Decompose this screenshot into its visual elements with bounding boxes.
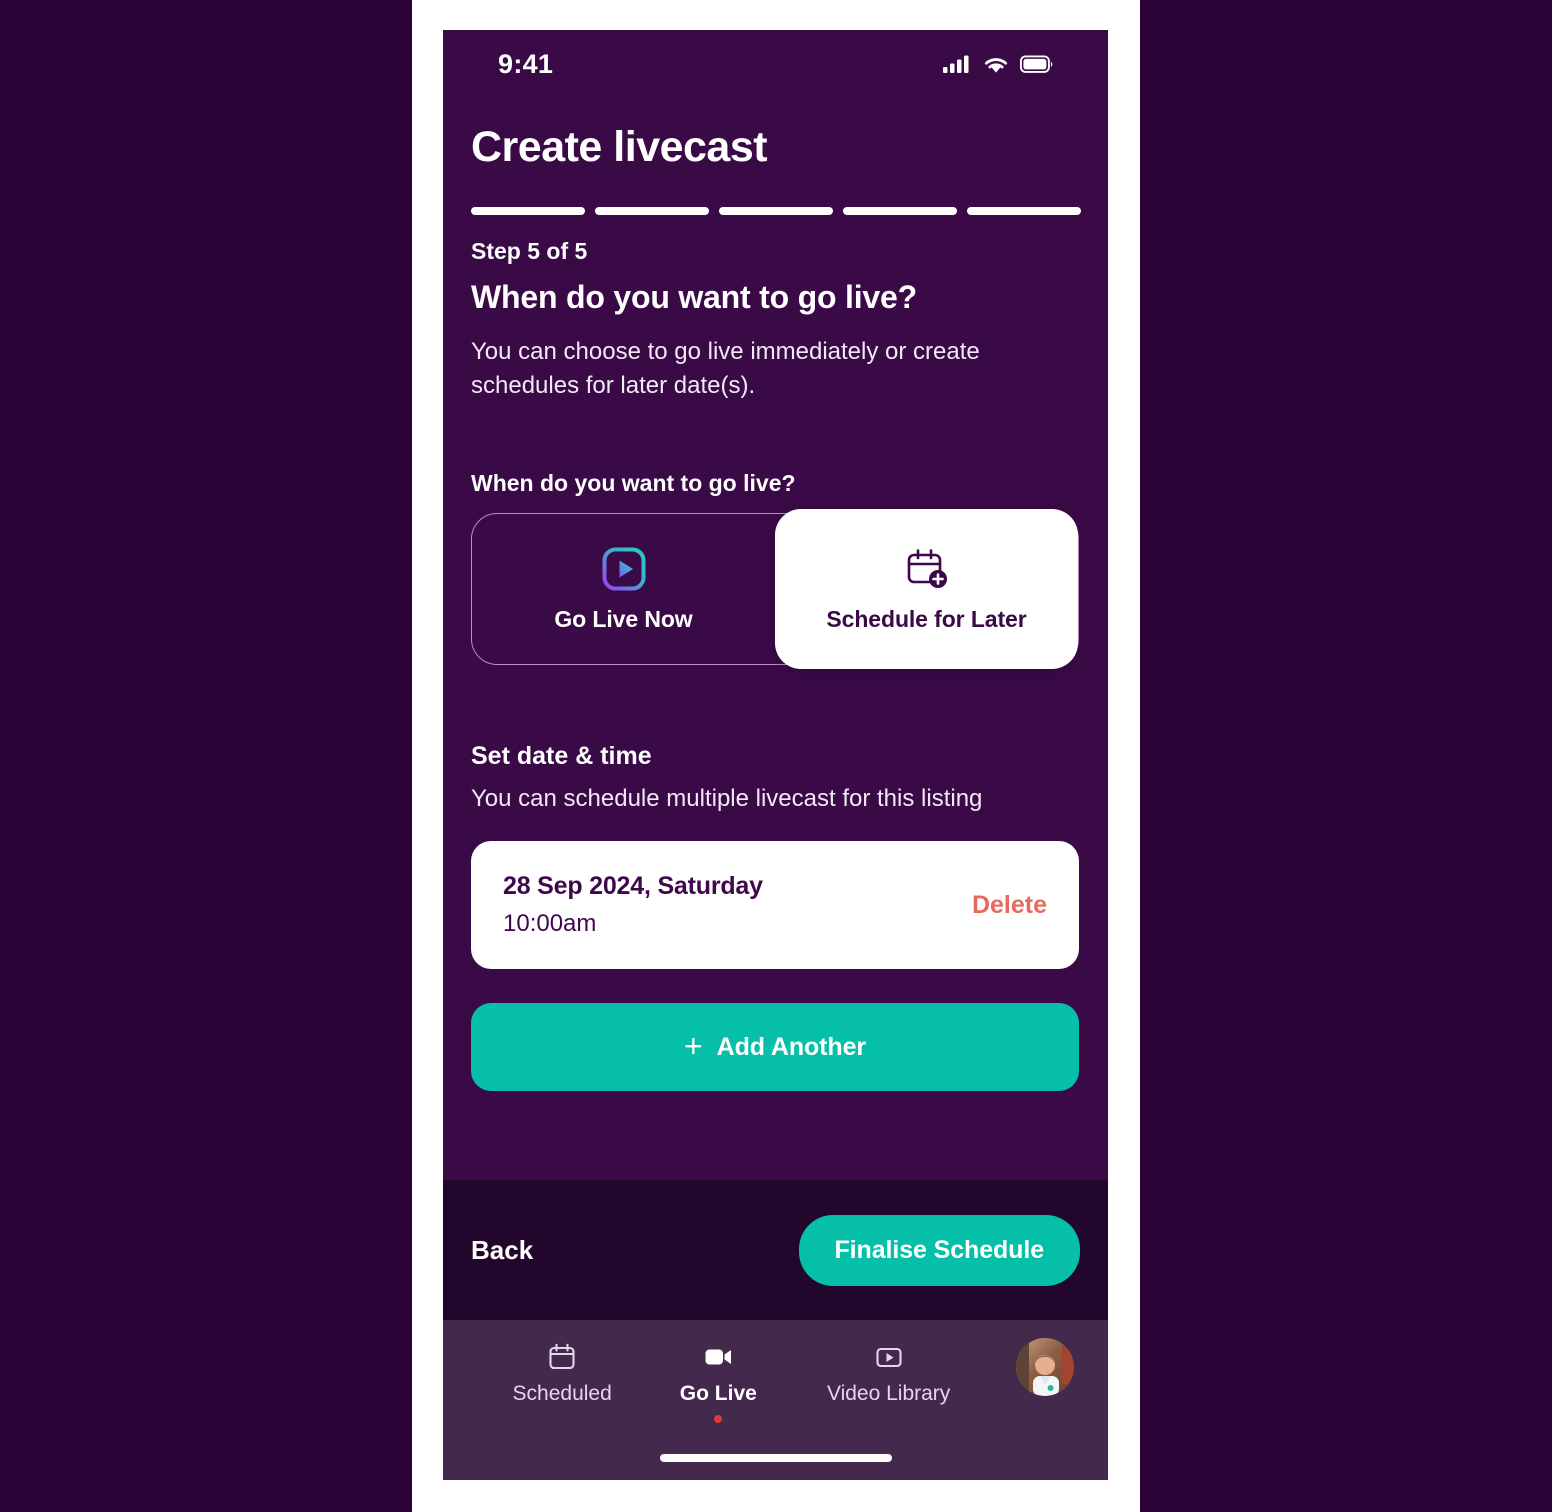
tab-label: Video Library <box>826 1382 951 1405</box>
home-indicator <box>659 1454 892 1462</box>
tab-go-live[interactable]: Go Live <box>647 1342 789 1423</box>
schedule-entry-date: 28 Sep 2024, Saturday <box>503 872 763 900</box>
video-camera-icon <box>705 1349 732 1365</box>
cellular-signal-icon <box>943 55 969 73</box>
mode-option-label: Schedule for Later <box>826 605 1027 632</box>
step-heading: When do you want to go live? <box>471 279 917 315</box>
plus-icon: + <box>683 1027 703 1064</box>
calendar-plus-icon <box>907 548 947 588</box>
tab-video-library[interactable]: Video Library <box>789 1342 988 1406</box>
battery-full-icon <box>1020 54 1053 73</box>
avatar[interactable] <box>1015 1338 1074 1396</box>
play-video-gradient-icon <box>602 547 645 590</box>
go-live-mode-toggle: Go Live Now Schedule for Later <box>471 509 1079 669</box>
finalise-schedule-button[interactable]: Finalise Schedule <box>798 1214 1080 1286</box>
mode-section-question: When do you want to go live? <box>471 470 796 496</box>
step-description: You can choose to go live immediately or… <box>471 338 980 399</box>
bottom-tab-bar: Scheduled Go Live Video Library <box>443 1320 1108 1480</box>
progress-segment-4 <box>843 207 957 215</box>
schedule-entry-row[interactable]: 28 Sep 2024, Saturday 10:00am Delete <box>471 841 1079 969</box>
page-title: Create livecast <box>471 123 768 171</box>
mode-option-label: Go Live Now <box>554 605 693 632</box>
status-bar: 9:41 <box>443 30 1108 98</box>
mode-option-go-live-now[interactable]: Go Live Now <box>472 514 775 664</box>
progress-segment-3 <box>719 207 833 215</box>
tab-label: Scheduled <box>512 1382 612 1405</box>
live-indicator-dot <box>714 1415 723 1423</box>
tab-items: Scheduled Go Live Video Library <box>443 1320 1108 1430</box>
delete-schedule-button[interactable]: Delete <box>972 891 1047 920</box>
wifi-icon <box>984 57 1008 73</box>
user-avatar <box>1015 1338 1074 1396</box>
progress-segment-2 <box>595 207 709 215</box>
progress-segment-5 <box>967 207 1081 215</box>
status-icons <box>943 54 1053 74</box>
calendar-icon <box>549 1343 575 1370</box>
schedule-entry-time: 10:00am <box>503 910 597 937</box>
datetime-section-title: Set date & time <box>471 742 652 770</box>
back-button[interactable]: Back <box>471 1235 533 1266</box>
tab-label: Go Live <box>679 1382 757 1405</box>
progress-segment-1 <box>471 207 585 215</box>
add-another-label: Add Another <box>716 1032 867 1061</box>
play-box-icon <box>876 1347 902 1368</box>
status-time: 9:41 <box>498 48 554 79</box>
add-another-button[interactable]: + Add Another <box>471 1003 1079 1091</box>
bottom-action-bar: Back Finalise Schedule <box>443 1180 1108 1320</box>
schedule-entry-text: 28 Sep 2024, Saturday 10:00am <box>503 872 763 938</box>
step-counter: Step 5 of 5 <box>471 238 588 264</box>
mode-option-schedule-for-later[interactable]: Schedule for Later <box>775 509 1078 669</box>
phone-screen: 9:41 Create livecast Step 5 of 5 When do… <box>443 30 1108 1480</box>
datetime-section-subtitle: You can schedule multiple livecast for t… <box>471 785 983 812</box>
tab-scheduled[interactable]: Scheduled <box>477 1342 647 1406</box>
page-root: 9:41 Create livecast Step 5 of 5 When do… <box>0 0 1552 1512</box>
progress-stepper <box>471 207 1081 215</box>
